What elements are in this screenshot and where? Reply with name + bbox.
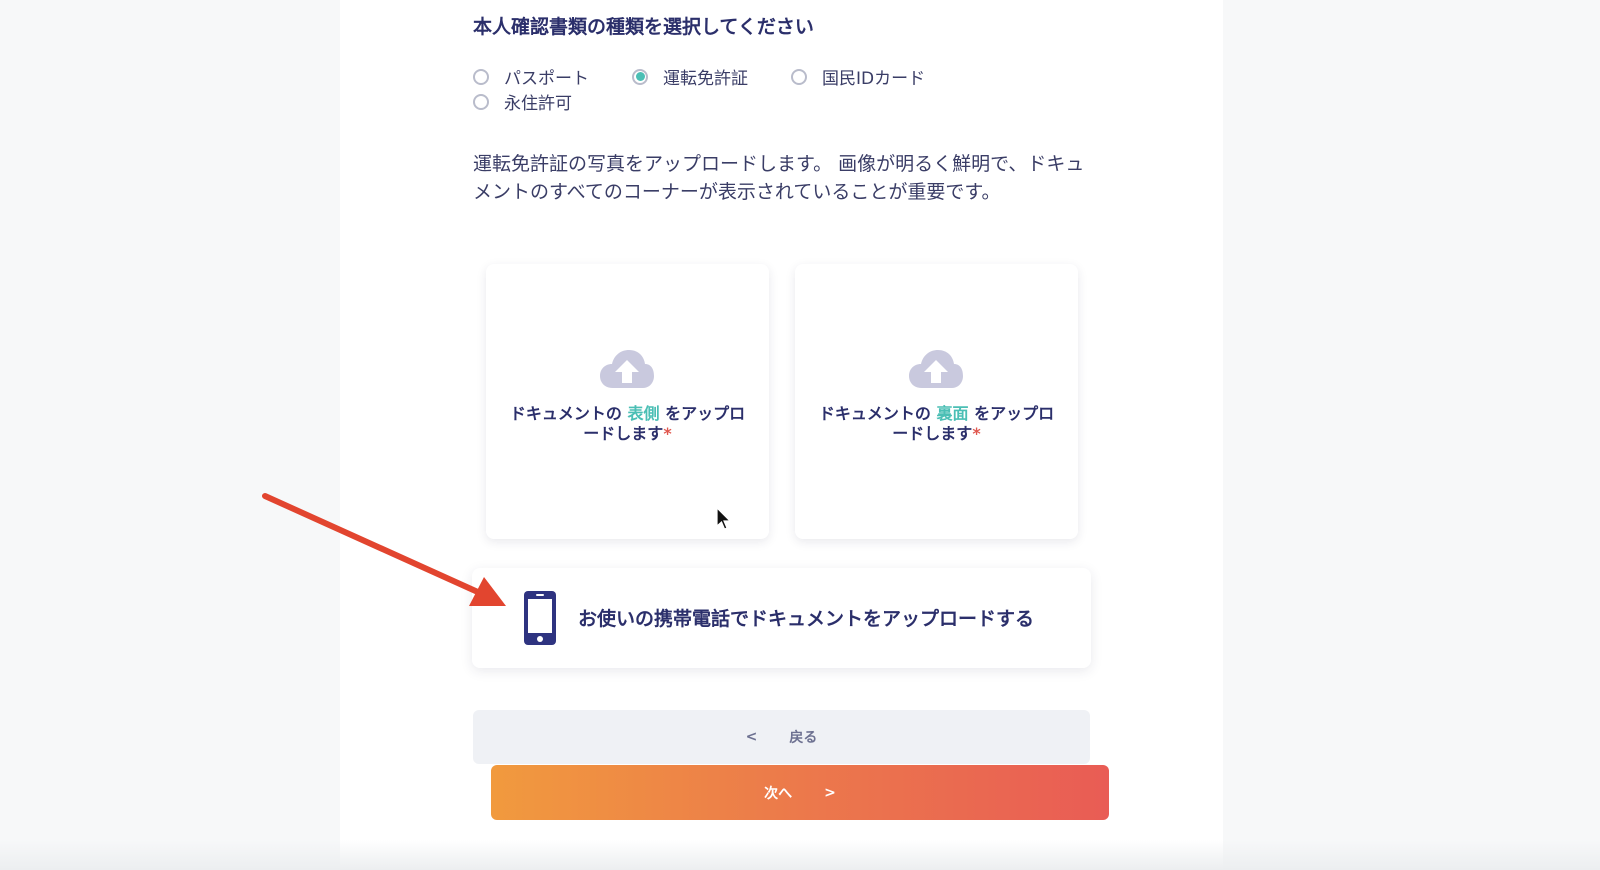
radio-button-selected[interactable] — [632, 68, 648, 85]
upload-front-text: ドキュメントの 表側 をアップロードします* — [506, 404, 749, 444]
radio-label-drivers-license: 運転免許証 — [663, 69, 748, 89]
upload-front-prefix: ドキュメントの — [509, 404, 622, 423]
radio-label-permanent-residence: 永住許可 — [504, 94, 572, 114]
bottom-shade — [0, 840, 1600, 870]
upload-back-highlight: 裏面 — [936, 404, 969, 423]
radio-national-id[interactable]: 国民IDカード — [791, 64, 925, 89]
radio-selected-dot — [635, 72, 645, 81]
upload-front-card[interactable]: ドキュメントの 表側 をアップロードします* — [486, 264, 769, 539]
back-button-label: 戻る — [789, 730, 818, 746]
smartphone-icon — [522, 590, 558, 646]
required-mark: * — [972, 424, 981, 443]
upload-back-card[interactable]: ドキュメントの 裏面 をアップロードします* — [795, 264, 1078, 539]
cloud-upload-icon — [599, 348, 655, 390]
next-button[interactable]: 次へ > — [491, 765, 1109, 820]
upload-instruction: 運転免許証の写真をアップロードします。 画像が明るく鮮明で、ドキュメントのすべて… — [473, 153, 1085, 203]
radio-button[interactable] — [791, 68, 807, 85]
radio-drivers-license[interactable]: 運転免許証 — [632, 64, 748, 89]
mouse-cursor-icon — [716, 507, 732, 530]
chevron-left-icon: < — [745, 729, 758, 745]
document-type-heading: 本人確認書類の種類を選択してください — [473, 16, 814, 38]
radio-label-national-id: 国民IDカード — [822, 69, 926, 89]
next-button-label: 次へ — [764, 785, 793, 802]
page: 本人確認書類の種類を選択してください パスポート 運転免許証 国民IDカード 永… — [0, 0, 1600, 870]
radio-button[interactable] — [473, 93, 489, 110]
radio-passport[interactable]: パスポート — [473, 64, 589, 89]
upload-back-text: ドキュメントの 裏面 をアップロードします* — [815, 404, 1058, 444]
mobile-upload-button[interactable]: お使いの携帯電話でドキュメントをアップロードする — [472, 568, 1091, 668]
radio-label-passport: パスポート — [504, 69, 589, 89]
back-button[interactable]: < 戻る — [473, 710, 1090, 764]
radio-permanent-residence[interactable]: 永住許可 — [473, 89, 572, 114]
chevron-right-icon: > — [824, 784, 836, 801]
mobile-upload-label: お使いの携帯電話でドキュメントをアップロードする — [578, 608, 1035, 630]
cloud-upload-icon — [908, 348, 964, 390]
required-mark: * — [663, 424, 672, 443]
radio-button[interactable] — [473, 68, 489, 85]
upload-back-prefix: ドキュメントの — [818, 404, 931, 423]
upload-front-highlight: 表側 — [627, 404, 660, 423]
